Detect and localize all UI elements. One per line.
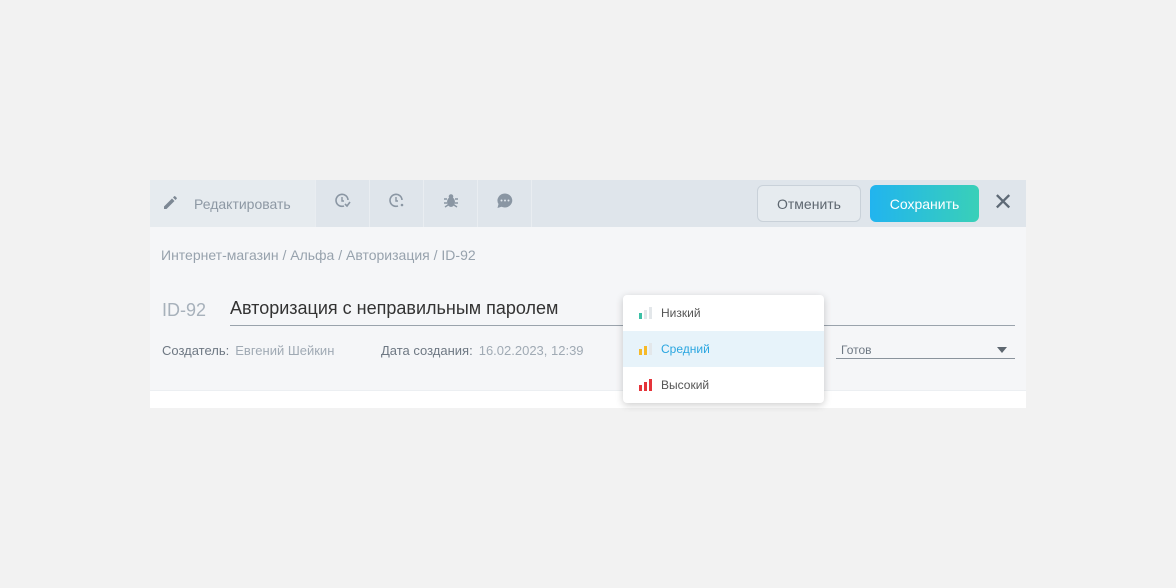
creator-name: Евгений Шейкин (235, 343, 335, 358)
cancel-button[interactable]: Отменить (757, 185, 861, 222)
edit-panel: Редактировать Отменить Сохранить ✕ Интер… (150, 180, 1026, 408)
breadcrumb: Интернет-магазин / Альфа / Авторизация /… (161, 247, 476, 263)
priority-option[interactable]: Высокий (623, 367, 824, 403)
panel-footer (150, 390, 1026, 408)
priority-bars-icon (639, 379, 652, 391)
priority-dropdown: Низкий Средний Высокий (623, 295, 824, 403)
comment-icon (496, 192, 514, 215)
priority-option-label: Низкий (661, 306, 701, 320)
priority-option-label: Средний (661, 342, 710, 356)
tab-edit[interactable]: Редактировать (150, 180, 316, 227)
close-icon[interactable]: ✕ (992, 191, 1014, 215)
priority-option[interactable]: Средний (623, 331, 824, 367)
creator-info: Создатель: Евгений Шейкин (162, 343, 334, 358)
clock-check-icon (334, 192, 352, 215)
save-button[interactable]: Сохранить (870, 185, 979, 222)
bug-icon (442, 192, 460, 215)
priority-option-label: Высокий (661, 378, 710, 392)
priority-option[interactable]: Низкий (623, 295, 824, 331)
status-value: Готов (841, 343, 872, 357)
issue-id: ID-92 (162, 300, 207, 320)
caret-down-icon (997, 347, 1007, 353)
clock-icon (388, 192, 406, 215)
tab-comments[interactable] (478, 180, 532, 227)
tab-time-check[interactable] (316, 180, 370, 227)
tab-time-log[interactable] (370, 180, 424, 227)
tab-edit-label: Редактировать (194, 195, 291, 212)
priority-bars-icon (639, 343, 652, 355)
priority-bars-icon (639, 307, 652, 319)
toolbar: Редактировать Отменить Сохранить ✕ (150, 180, 1026, 227)
tab-bugs[interactable] (424, 180, 478, 227)
pencil-icon (162, 193, 180, 214)
created-date-info: Дата создания: 16.02.2023, 12:39 (381, 343, 584, 358)
date-label: Дата создания: (381, 343, 473, 358)
status-select[interactable]: Готов (836, 343, 1015, 359)
date-value: 16.02.2023, 12:39 (478, 343, 584, 358)
creator-label: Создатель: (162, 343, 230, 358)
